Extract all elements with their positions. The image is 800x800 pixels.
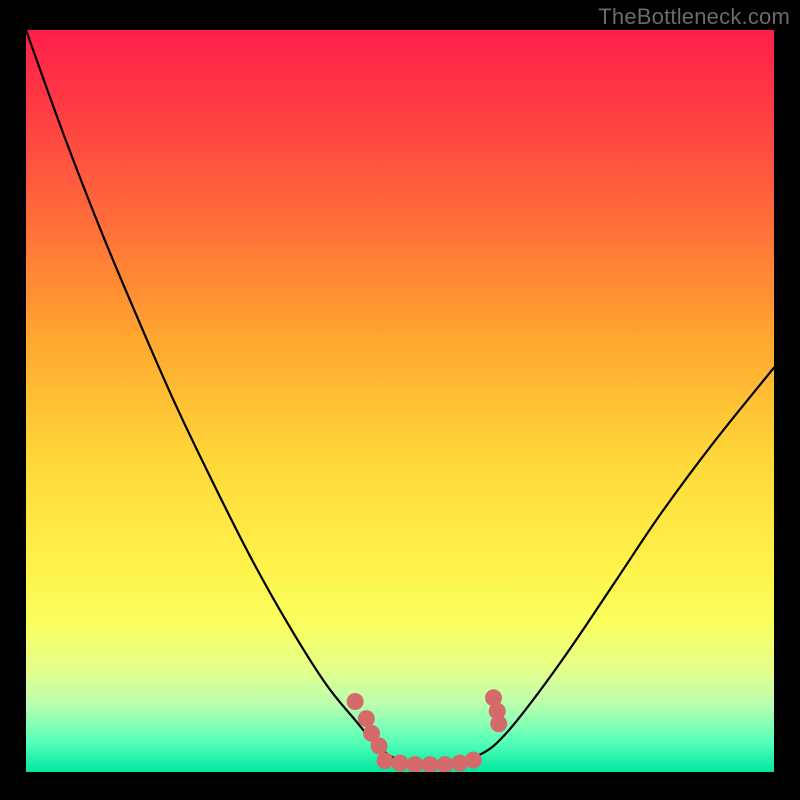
attribution-label: TheBottleneck.com (598, 4, 790, 30)
chart-frame: TheBottleneck.com (0, 0, 800, 800)
gradient-background (26, 30, 774, 772)
plot-area (26, 30, 774, 772)
